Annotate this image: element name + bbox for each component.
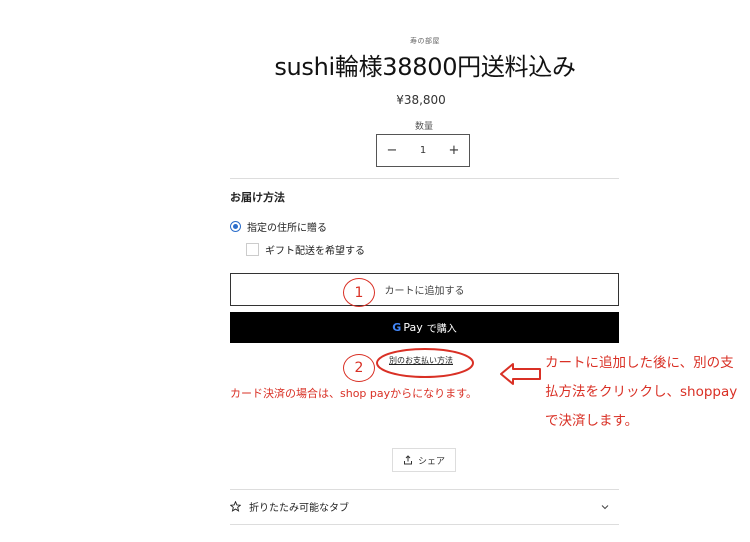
share-label: シェア [417, 456, 445, 467]
quantity-value[interactable]: 1 [408, 145, 438, 156]
delivery-option-gift[interactable]: ギフト配送を希望する [246, 242, 365, 257]
annotation-number-2: 2 [343, 354, 375, 382]
delivery-option-gift-label: ギフト配送を希望する [265, 246, 365, 257]
annotation-number-1: 1 [343, 278, 375, 307]
product-vendor: 寿の部屋 [410, 37, 440, 45]
gpay-buy-label: で購入 [426, 324, 457, 335]
quantity-stepper: − 1 + [376, 134, 470, 167]
divider [230, 178, 619, 179]
annotation-note-right-line1: カートに追加した後に、別の支 [545, 355, 734, 371]
collapsible-tab[interactable]: 折りたたみ可能なタブ [230, 489, 619, 524]
add-to-cart-button[interactable]: カートに追加する [230, 273, 619, 306]
quantity-plus-button[interactable]: + [439, 143, 469, 158]
left-arrow-outline-icon [500, 363, 541, 385]
gpay-pay-label: Pay [403, 321, 423, 334]
star-icon [230, 501, 241, 512]
radio-selected[interactable] [230, 221, 241, 232]
add-to-cart-label: カートに追加する [384, 286, 465, 297]
annotation-ellipse [376, 348, 474, 378]
quantity-label: 数量 [414, 122, 433, 132]
gpay-button[interactable]: G Pay で購入 [230, 312, 619, 343]
annotation-number-1-text: 1 [354, 284, 364, 301]
annotation-number-2-text: 2 [354, 360, 364, 376]
gift-checkbox[interactable] [246, 243, 259, 256]
google-g-icon: G [392, 321, 402, 334]
quantity-minus-button[interactable]: − [377, 143, 407, 158]
divider [230, 524, 619, 525]
delivery-title: お届け方法 [230, 191, 285, 204]
product-title: sushi輪様38800円送料込み [274, 53, 576, 81]
annotation-note-right-line3: で決済します。 [545, 413, 639, 429]
chevron-down-icon [601, 504, 609, 509]
collapsible-tab-label: 折りたたみ可能なタブ [249, 503, 349, 514]
delivery-option-ship-label: 指定の住所に贈る [247, 223, 327, 234]
share-icon [403, 455, 412, 465]
delivery-option-ship[interactable]: 指定の住所に贈る [230, 219, 327, 234]
product-price: ¥38,800 [396, 93, 446, 107]
share-button[interactable]: シェア [392, 448, 456, 472]
annotation-note-right-line2: 払方法をクリックし、shoppay [545, 384, 738, 400]
annotation-note-left: カード決済の場合は、shop payからになります。 [230, 387, 478, 400]
